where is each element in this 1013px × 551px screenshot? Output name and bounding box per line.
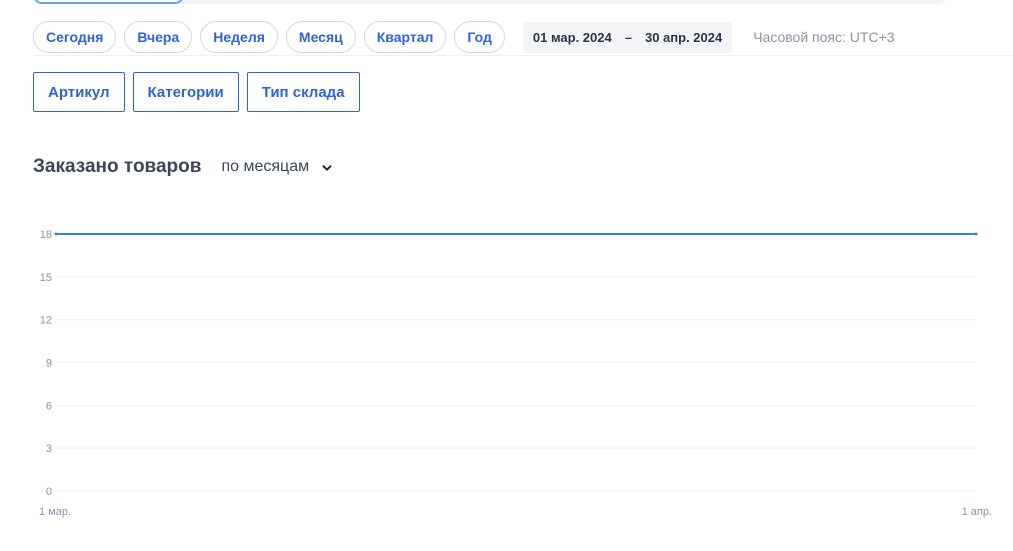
- y-tick-label: 12: [40, 315, 52, 327]
- date-separator: –: [624, 29, 632, 45]
- filter-warehouse-type-button[interactable]: Тип склада: [246, 72, 360, 112]
- y-tick-label: 3: [46, 443, 52, 455]
- chart-header: Заказано товаров по месяцам: [33, 156, 333, 178]
- y-tick-label: 6: [46, 400, 52, 412]
- chevron-down-icon: [321, 161, 333, 173]
- page: Сегодня Вчера Неделя Месяц Квартал Год 0…: [0, 0, 1013, 551]
- granularity-label: по месяцам: [221, 158, 310, 175]
- period-quarter-button[interactable]: Квартал: [363, 21, 447, 53]
- period-selector: Сегодня Вчера Неделя Месяц Квартал Год 0…: [33, 21, 895, 53]
- x-tick-label: 1 апр.: [962, 506, 992, 518]
- filter-categories-button[interactable]: Категории: [132, 72, 239, 112]
- y-tick-label: 9: [46, 358, 52, 370]
- y-tick-label: 18: [40, 229, 52, 241]
- period-month-button[interactable]: Месяц: [285, 21, 356, 53]
- divider: [33, 55, 1013, 56]
- date-range-picker[interactable]: 01 мар. 2024 – 30 апр. 2024: [522, 21, 733, 53]
- top-tab-active[interactable]: [33, 0, 184, 4]
- y-tick-label: 15: [40, 272, 52, 284]
- period-week-button[interactable]: Неделя: [200, 21, 278, 53]
- y-tick-label: 0: [46, 486, 52, 498]
- timezone-label: Часовой пояс: UTC+3: [753, 29, 895, 45]
- period-yesterday-button[interactable]: Вчера: [124, 21, 193, 53]
- granularity-dropdown[interactable]: по месяцам: [221, 158, 333, 176]
- data-point[interactable]: [54, 232, 58, 236]
- filter-article-button[interactable]: Артикул: [33, 72, 125, 112]
- chart-title: Заказано товаров: [33, 156, 202, 177]
- date-to: 30 апр. 2024: [644, 29, 723, 45]
- data-point[interactable]: [974, 232, 978, 236]
- date-from: 01 мар. 2024: [532, 29, 612, 45]
- period-today-button[interactable]: Сегодня: [33, 21, 117, 53]
- period-year-button[interactable]: Год: [454, 21, 505, 53]
- x-tick-label: 1 мар.: [39, 506, 71, 518]
- filter-bar: Артикул Категории Тип склада: [33, 72, 360, 112]
